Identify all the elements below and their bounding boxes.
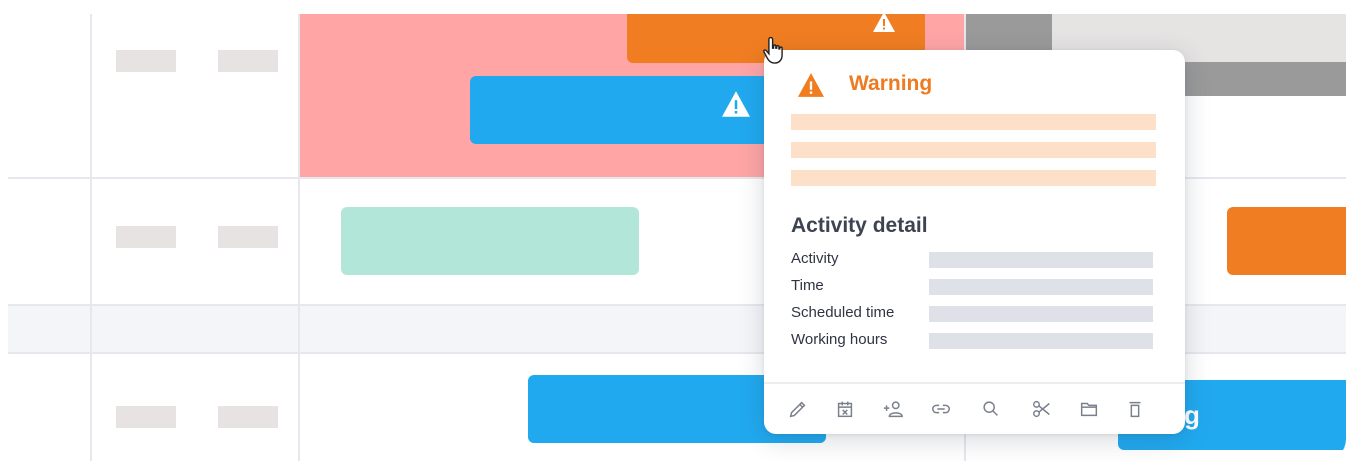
add-person-icon: [883, 401, 903, 418]
warning-icon: [798, 73, 824, 97]
copy-button[interactable]: [1076, 396, 1102, 422]
detail-label-time: Time: [791, 277, 824, 294]
detail-value: [929, 252, 1153, 268]
toolbar-divider: [764, 382, 1185, 384]
activity-tooltip: Warning Activity detail Activity Time Sc…: [764, 50, 1185, 434]
row-label-placeholder: [116, 50, 176, 72]
activity-bar-mint[interactable]: [341, 207, 639, 275]
grid-line: [298, 14, 300, 461]
edit-button[interactable]: [785, 396, 811, 422]
delete-button[interactable]: [1122, 396, 1148, 422]
link-button[interactable]: [928, 396, 954, 422]
detail-value: [929, 333, 1153, 349]
detail-value: [929, 306, 1153, 322]
hand-cursor-icon: [763, 36, 783, 64]
cut-button[interactable]: [1029, 396, 1055, 422]
pencil-icon: [789, 401, 806, 418]
warning-text-line: [791, 142, 1156, 158]
warning-icon: [722, 91, 750, 117]
warning-text-line: [791, 114, 1156, 130]
detail-label-scheduled-time: Scheduled time: [791, 304, 895, 321]
folder-icon: [1080, 402, 1098, 417]
scissors-icon: [1033, 400, 1050, 418]
link-icon: [932, 404, 950, 414]
row-label-placeholder: [116, 406, 176, 428]
row-label-placeholder: [218, 226, 278, 248]
warning-title: Warning: [849, 72, 933, 95]
detail-value: [929, 279, 1153, 295]
search-button[interactable]: [978, 396, 1004, 422]
activity-bar-blue[interactable]: [470, 76, 770, 144]
row-label-placeholder: [218, 406, 278, 428]
search-icon: [983, 401, 998, 416]
detail-label-working-hours: Working hours: [791, 331, 888, 348]
grid-line: [90, 14, 92, 461]
bar-label: g: [1184, 400, 1200, 430]
detail-title: Activity detail: [791, 214, 928, 237]
detail-label-activity: Activity: [791, 250, 839, 267]
row-label-placeholder: [116, 226, 176, 248]
unschedule-button[interactable]: [832, 396, 858, 422]
warning-icon: [873, 14, 895, 32]
trash-icon: [1129, 401, 1141, 418]
activity-bar-orange-right[interactable]: [1227, 207, 1346, 275]
assign-person-button[interactable]: [880, 396, 906, 422]
warning-text-line: [791, 170, 1156, 186]
calendar-x-icon: [837, 401, 853, 418]
row-label-placeholder: [218, 50, 278, 72]
